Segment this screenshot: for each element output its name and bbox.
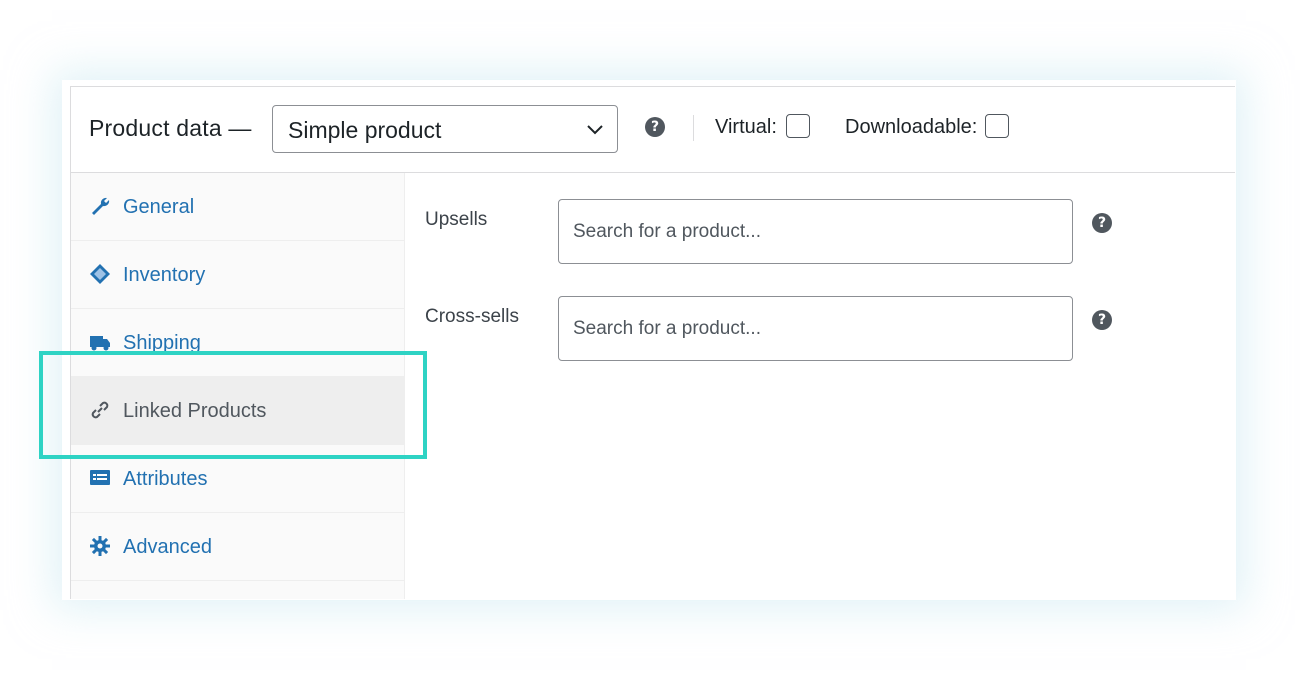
tab-general-label: General [123,196,195,218]
virtual-label: Virtual: [715,116,777,138]
linked-products-panel: Upsells ? Cross-sells ? [405,173,1235,599]
tab-advanced-label: Advanced [123,536,212,558]
product-data-tabs: General Inventory Shipping Linked Produc… [71,173,405,599]
virtual-checkbox[interactable] [786,114,810,138]
link-icon [91,401,109,419]
chevron-down-icon [587,125,603,135]
crosssells-help-icon[interactable]: ? [1092,310,1112,330]
truck-icon [90,336,110,351]
tab-attributes[interactable]: Attributes [71,445,404,513]
upsells-label: Upsells [425,209,488,230]
tab-attributes-label: Attributes [123,468,208,490]
crosssells-label: Cross-sells [425,306,519,327]
help-icon[interactable]: ? [645,117,665,137]
upsells-help-icon[interactable]: ? [1092,213,1112,233]
crosssells-search-input[interactable] [558,296,1073,361]
downloadable-checkbox[interactable] [985,114,1009,138]
tab-advanced[interactable]: Advanced [71,513,404,581]
product-data-header: Product data — Simple product ? Virtual:… [71,87,1235,173]
header-divider [693,115,694,141]
tab-shipping-label: Shipping [123,332,201,354]
downloadable-label: Downloadable: [845,116,978,138]
product-data-panel: Product data — Simple product ? Virtual:… [70,86,1235,599]
product-type-value: Simple product [288,117,442,143]
tab-linked-products[interactable]: Linked Products [71,377,404,445]
tab-inventory-label: Inventory [123,264,206,286]
tab-general[interactable]: General [71,173,404,241]
stage: Product data — Simple product ? Virtual:… [0,0,1300,682]
tab-shipping[interactable]: Shipping [71,309,404,377]
tab-inventory[interactable]: Inventory [71,241,404,309]
list-icon [90,470,110,485]
upsells-search-input[interactable] [558,199,1073,264]
wrench-icon [92,197,110,215]
gear-icon [90,536,110,556]
tab-linked-products-label: Linked Products [123,400,267,422]
product-data-title: Product data — [89,115,252,141]
tag-icon [90,264,110,284]
product-type-select[interactable]: Simple product [272,105,618,153]
